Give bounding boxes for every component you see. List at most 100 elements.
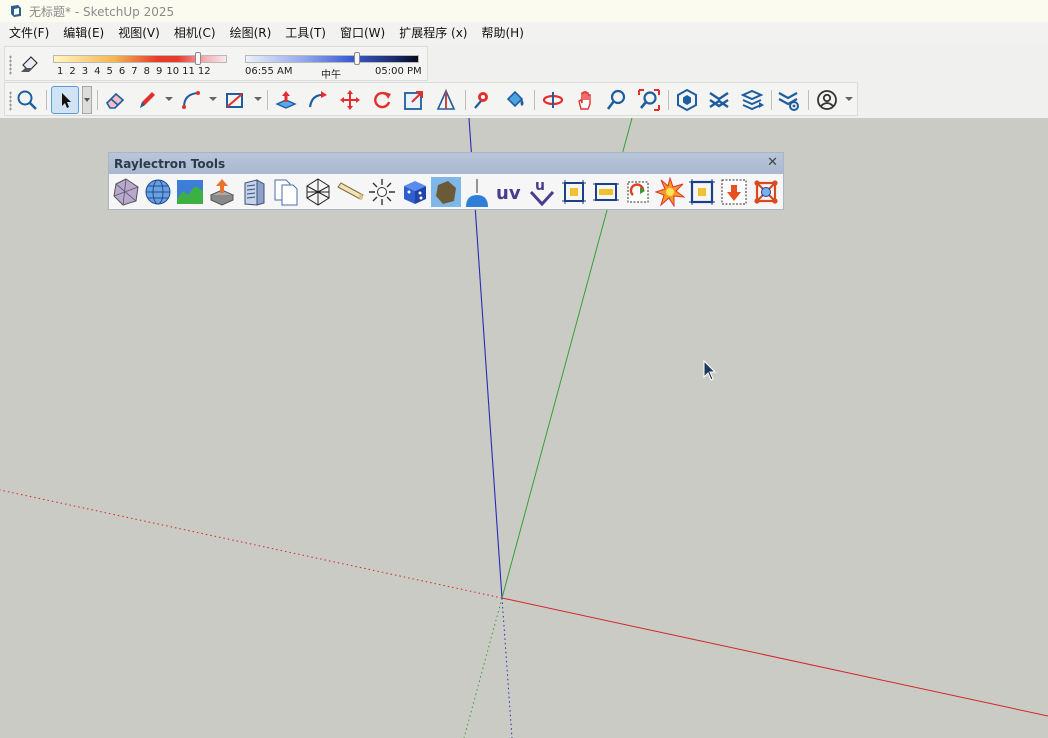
extension-icon[interactable] — [707, 88, 731, 112]
toolbar-separator — [771, 90, 772, 110]
orbit-icon[interactable] — [541, 88, 565, 112]
menu-file[interactable]: 文件(F) — [0, 22, 56, 44]
toolbar-grip[interactable] — [9, 91, 12, 111]
month-label: 5 — [106, 66, 113, 77]
zoom-extents-icon[interactable] — [637, 88, 661, 112]
rectangle-dropdown-icon[interactable] — [254, 97, 262, 101]
menu-camera[interactable]: 相机(C) — [167, 22, 223, 44]
protractor-icon[interactable] — [434, 88, 458, 112]
main-toolbar — [4, 82, 858, 116]
tape-icon[interactable] — [471, 88, 495, 112]
frame-small-icon[interactable] — [559, 177, 589, 207]
terrain-icon[interactable] — [175, 177, 205, 207]
close-icon[interactable]: ✕ — [767, 154, 778, 172]
account-icon[interactable] — [815, 88, 839, 112]
raylectron-toolbar: Raylectron Tools ✕ uv u — [108, 152, 784, 210]
export-down-icon[interactable] — [719, 177, 749, 207]
month-label: 10 — [166, 66, 180, 77]
menu-bar: 文件(F) 编辑(E) 视图(V) 相机(C) 绘图(R) 工具(T) 窗口(W… — [0, 22, 1048, 44]
sun-light-icon[interactable] — [367, 177, 397, 207]
molecule-icon[interactable] — [751, 177, 781, 207]
rectangle-icon[interactable] — [223, 88, 247, 112]
month-slider-thumb[interactable] — [195, 52, 202, 65]
month-labels: 1 2 3 4 5 6 7 8 9 10 11 12 — [57, 66, 211, 77]
import-box-icon[interactable] — [207, 177, 237, 207]
model-viewport[interactable] — [0, 118, 1048, 738]
menu-draw[interactable]: 绘图(R) — [223, 22, 279, 44]
menu-tools[interactable]: 工具(T) — [278, 22, 333, 44]
frame-center-icon[interactable] — [687, 177, 717, 207]
month-label: 11 — [182, 66, 195, 77]
dice-icon[interactable] — [399, 177, 429, 207]
select-arrow-icon[interactable] — [51, 86, 79, 114]
green-axis-negative — [463, 597, 503, 738]
toolbar-area: 1 2 3 4 5 6 7 8 9 10 11 12 06:55 AM 中午 0… — [0, 44, 1048, 118]
spotlight-icon[interactable] — [463, 177, 493, 207]
month-label: 4 — [94, 66, 101, 77]
month-label: 3 — [81, 66, 89, 77]
eraser-icon[interactable] — [103, 88, 127, 112]
move-icon[interactable] — [338, 88, 362, 112]
red-axis-negative — [0, 489, 503, 599]
window-title: 无标题* - SketchUp 2025 — [29, 4, 175, 19]
search-icon[interactable] — [15, 88, 39, 112]
frame-wide-icon[interactable] — [591, 177, 621, 207]
documents-icon[interactable] — [271, 177, 301, 207]
wireframe-sphere-icon[interactable] — [303, 177, 333, 207]
toolbar-separator — [97, 90, 98, 110]
menu-edit[interactable]: 编辑(E) — [56, 22, 111, 44]
building-icon[interactable] — [239, 177, 269, 207]
toolbar-separator — [46, 90, 47, 110]
arc-icon[interactable] — [179, 88, 203, 112]
zoom-icon[interactable] — [605, 88, 629, 112]
warehouse-icon[interactable] — [675, 88, 699, 112]
account-dropdown-icon[interactable] — [845, 97, 853, 101]
rotate-icon[interactable] — [370, 88, 394, 112]
rock-texture-icon[interactable] — [431, 177, 461, 207]
select-dropdown-button[interactable] — [82, 86, 92, 114]
pan-icon[interactable] — [573, 88, 597, 112]
time-slider[interactable] — [245, 52, 419, 65]
menu-view[interactable]: 视图(V) — [111, 22, 167, 44]
time-start-label: 06:55 AM — [245, 66, 293, 77]
toolbar-separator — [668, 90, 669, 110]
time-noon-label: 中午 — [321, 70, 341, 81]
u-down-icon[interactable]: u — [527, 177, 557, 207]
axes-drawing — [0, 118, 1048, 738]
render-refresh-icon[interactable] — [623, 177, 653, 207]
menu-extensions[interactable]: 扩展程序 (x) — [392, 22, 474, 44]
red-axis-positive — [501, 597, 1048, 717]
arc-dropdown-icon[interactable] — [209, 97, 217, 101]
scale-icon[interactable] — [402, 88, 426, 112]
month-label: 8 — [143, 66, 150, 77]
uv-mapping-icon[interactable]: uv — [495, 177, 525, 207]
raylectron-title: Raylectron Tools — [114, 157, 226, 171]
blue-axis-negative — [501, 597, 513, 738]
toolbar-separator — [465, 90, 466, 110]
follow-me-icon[interactable] — [306, 88, 330, 112]
toolbar-separator — [267, 90, 268, 110]
globe-icon[interactable] — [143, 177, 173, 207]
time-slider-thumb[interactable] — [353, 52, 360, 65]
time-end-label: 05:00 PM — [375, 66, 422, 77]
month-label: 7 — [131, 66, 138, 77]
title-bar: 无标题* - SketchUp 2025 — [0, 0, 1048, 22]
shadows-toolbar: 1 2 3 4 5 6 7 8 9 10 11 12 06:55 AM 中午 0… — [4, 46, 428, 81]
pencil-dropdown-icon[interactable] — [165, 97, 173, 101]
toolbar-grip[interactable] — [9, 55, 12, 75]
menu-help[interactable]: 帮助(H) — [474, 22, 530, 44]
menu-window[interactable]: 窗口(W) — [333, 22, 392, 44]
month-label: 6 — [118, 66, 126, 77]
month-slider[interactable] — [53, 52, 227, 65]
settings-icon[interactable] — [777, 88, 801, 112]
geodesic-icon[interactable] — [111, 177, 141, 207]
pencil-icon[interactable] — [135, 88, 159, 112]
paint-bucket-icon[interactable] — [503, 88, 527, 112]
push-pull-icon[interactable] — [274, 88, 298, 112]
raylectron-title-bar[interactable]: Raylectron Tools ✕ — [109, 153, 783, 174]
explosion-icon[interactable] — [655, 177, 685, 207]
layers-icon[interactable] — [741, 88, 765, 112]
month-label: 12 — [197, 66, 211, 77]
tube-light-icon[interactable] — [335, 177, 365, 207]
shadow-toggle-icon[interactable] — [19, 53, 41, 75]
